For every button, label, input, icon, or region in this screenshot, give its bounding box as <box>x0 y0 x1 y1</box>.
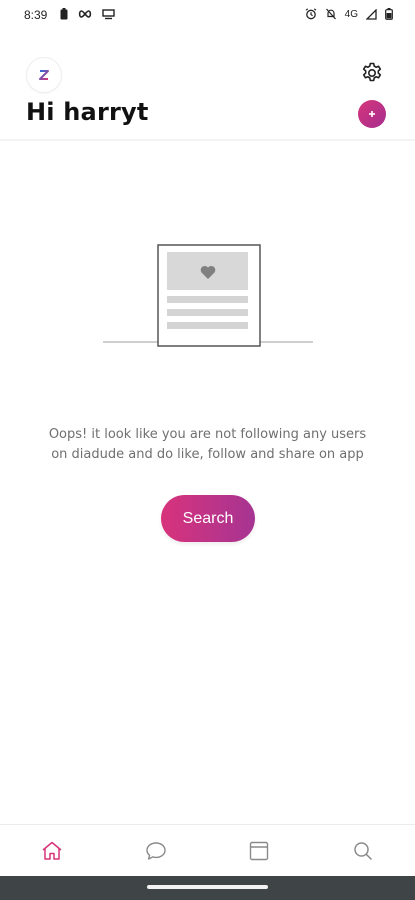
nav-home[interactable] <box>0 825 104 877</box>
page-title: Hi harryt <box>26 98 149 126</box>
app-logo <box>27 58 61 92</box>
screen-icon <box>102 8 115 19</box>
add-button[interactable] <box>358 100 386 128</box>
signal-icon <box>366 8 377 20</box>
settings-button[interactable] <box>357 58 387 88</box>
empty-state-message: Oops! it look like you are not following… <box>40 425 375 465</box>
empty-message-line-2: on diadude and do like, follow and share… <box>51 447 364 462</box>
status-time: 8:39 <box>24 8 48 22</box>
alarm-icon <box>305 8 317 20</box>
system-navigation-bar <box>0 876 415 900</box>
nav-search[interactable] <box>311 825 415 877</box>
home-gesture-handle[interactable] <box>147 885 268 889</box>
empty-message-line-1: Oops! it look like you are not following… <box>48 427 367 442</box>
home-icon <box>42 841 62 860</box>
chat-icon <box>145 842 166 860</box>
plus-icon <box>369 111 375 117</box>
battery-icon <box>385 8 393 20</box>
search-icon <box>354 842 373 861</box>
empty-feed-illustration <box>103 244 313 347</box>
nav-chat[interactable] <box>104 825 208 877</box>
logo-icon <box>39 70 49 80</box>
infinity-icon <box>78 10 92 18</box>
network-label: 4G <box>344 8 358 20</box>
screen: 8:39 4G Hi harryt Oops! it look like you… <box>0 0 415 900</box>
window-icon <box>250 841 269 861</box>
gear-icon <box>362 62 382 82</box>
status-left-icons <box>60 8 115 20</box>
header-divider <box>0 139 415 141</box>
nav-feed[interactable] <box>208 825 312 877</box>
search-button[interactable]: Search <box>161 495 255 542</box>
notifications-off-icon <box>325 8 336 20</box>
battery-saver-icon <box>60 8 68 20</box>
bottom-navigation <box>0 824 415 877</box>
status-right-icons: 4G <box>305 8 393 20</box>
status-bar: 8:39 4G <box>0 0 415 32</box>
